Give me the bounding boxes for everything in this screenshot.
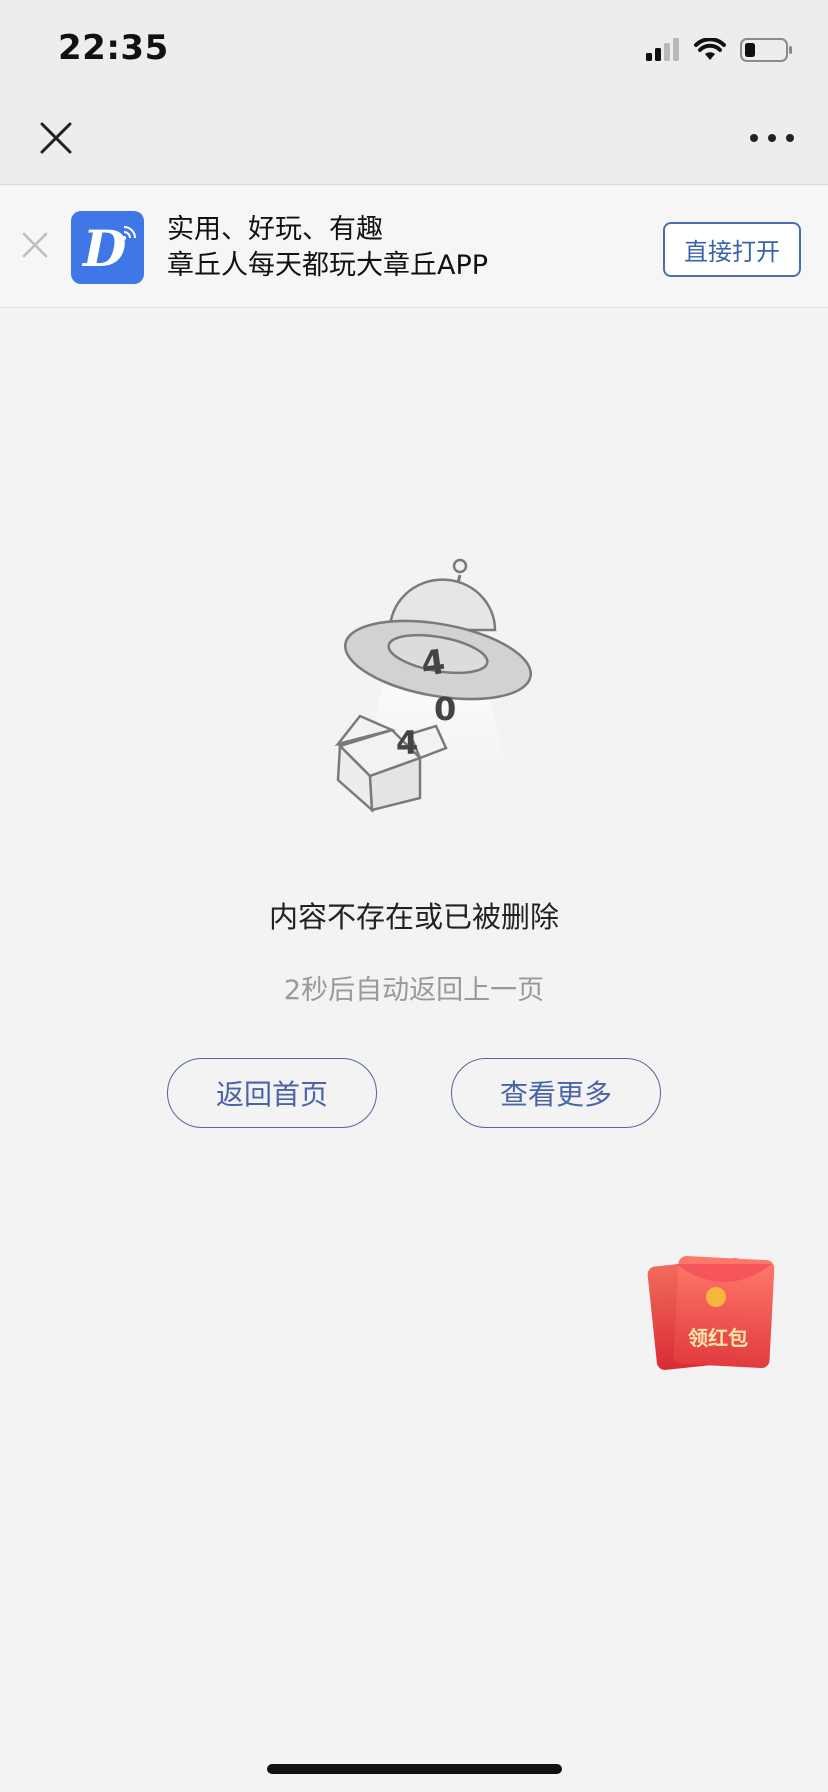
- banner-close-icon[interactable]: [20, 230, 50, 260]
- illustration-digit-3: 4: [396, 724, 418, 762]
- status-icons: [646, 36, 794, 64]
- top-bar: 22:35: [0, 0, 828, 185]
- not-found-illustration: 4 0 4: [334, 558, 533, 813]
- banner-line-2: 章丘人每天都玩大章丘APP: [167, 250, 489, 281]
- open-app-button[interactable]: 直接打开: [663, 222, 801, 277]
- app-logo-signal-icon: [122, 226, 136, 240]
- app-logo: D: [71, 211, 144, 284]
- home-indicator[interactable]: [267, 1764, 562, 1774]
- battery-icon: [740, 38, 792, 62]
- more-options-icon[interactable]: [750, 124, 794, 152]
- redirect-countdown: 2秒后自动返回上一页: [283, 975, 545, 1006]
- ufo-antenna: [452, 558, 468, 574]
- status-time: 22:35: [58, 28, 169, 68]
- banner-text: 实用、好玩、有趣 章丘人每天都玩大章丘APP: [167, 212, 488, 284]
- close-icon[interactable]: [36, 118, 76, 158]
- wifi-icon: [694, 38, 726, 60]
- back-home-button[interactable]: 返回首页: [167, 1058, 377, 1128]
- webview-page: 22:35 D 实用、好玩、有趣 章丘人每天都玩大章丘APP 直接打开 4 0 …: [0, 0, 828, 1792]
- banner-line-1: 实用、好玩、有趣: [167, 214, 383, 245]
- red-packet-label: 领红包: [688, 1326, 748, 1350]
- illustration-digit-2: 0: [434, 690, 456, 728]
- view-more-button[interactable]: 查看更多: [451, 1058, 661, 1128]
- not-found-message: 内容不存在或已被删除: [268, 900, 559, 934]
- red-packet-coin: [706, 1287, 726, 1307]
- app-download-banner: D 实用、好玩、有趣 章丘人每天都玩大章丘APP 直接打开: [0, 186, 828, 308]
- signal-icon: [646, 38, 679, 61]
- red-packet-button[interactable]: [646, 1252, 782, 1374]
